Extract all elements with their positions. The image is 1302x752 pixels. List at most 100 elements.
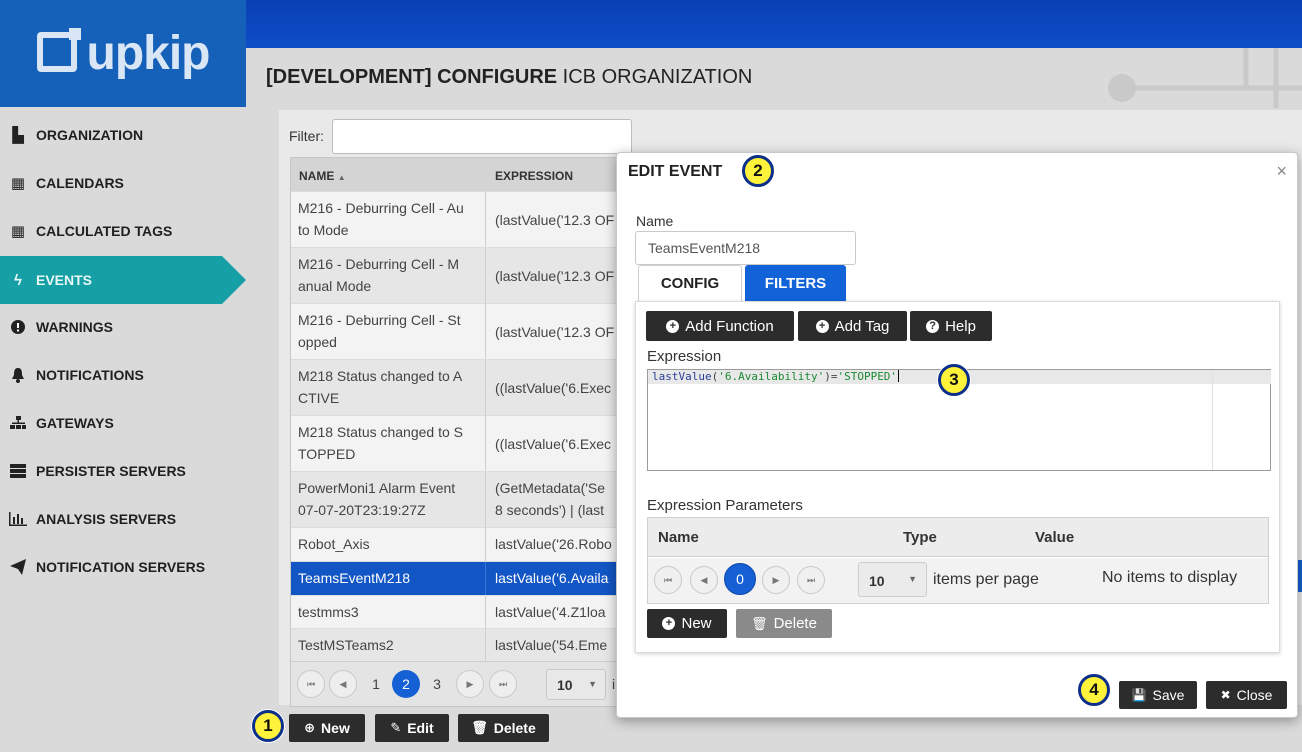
table-row[interactable]: testmms3 lastValue('4.Z1loa (291, 595, 619, 628)
table-row[interactable]: Robot_Axis lastValue('26.Robo (291, 527, 619, 561)
row-name: M216 - Deburring Cell - Au to Mode (291, 192, 486, 247)
table-row[interactable]: PowerMoni1 Alarm Event 07-07-20T23:19:27… (291, 471, 619, 527)
plus-circle-icon: + (815, 319, 829, 333)
sidebar-item-notification-servers[interactable]: NOTIFICATION SERVERS (0, 543, 246, 591)
editor-line: lastValue('6.Availability')='STOPPED' (648, 370, 1212, 384)
params-delete-button[interactable]: 🗑 Delete (736, 609, 832, 638)
table-row[interactable]: M216 - Deburring Cell - Au to Mode (last… (291, 191, 619, 247)
column-header-name[interactable]: NAME ▲ (299, 169, 346, 183)
first-page-icon[interactable]: ⏮ (654, 566, 682, 594)
add-tag-button[interactable]: + Add Tag (798, 311, 907, 341)
sidebar-item-analysis-servers[interactable]: ANALYSIS SERVERS (0, 495, 246, 543)
paper-plane-icon (8, 557, 28, 577)
table-row[interactable]: M218 Status changed to A CTIVE ((lastVal… (291, 359, 619, 415)
page-size-select[interactable]: 10 (858, 562, 927, 597)
table-row[interactable]: M218 Status changed to S TOPPED ((lastVa… (291, 415, 619, 471)
sidebar-item-label: EVENTS (36, 272, 93, 288)
row-expression: (lastValue('12.3 OF (495, 212, 615, 228)
row-name: TeamsEventM218 (291, 562, 486, 595)
config-panel: + Add Function + Add Tag ? Help Expression … (635, 301, 1280, 653)
params-label: Expression Parameters (647, 497, 803, 514)
last-page-icon[interactable]: ⏭ (797, 566, 825, 594)
close-button[interactable]: ✖ Close (1206, 681, 1287, 709)
save-button[interactable]: 💾 Save (1119, 681, 1197, 709)
sitemap-icon (8, 413, 28, 433)
row-expression: (lastValue('12.3 OF (495, 324, 615, 340)
column-header-name[interactable]: Name (658, 529, 699, 546)
calendar-icon: ▦ (10, 175, 26, 192)
name-input[interactable]: TeamsEventM218 (635, 231, 856, 265)
column-header-expression[interactable]: EXPRESSION (495, 169, 573, 183)
page-size-select[interactable]: 10 (546, 669, 606, 700)
row-name: M216 - Deburring Cell - St opped (291, 304, 486, 359)
filter-input[interactable] (332, 119, 632, 154)
table-row[interactable]: M216 - Deburring Cell - St opped (lastVa… (291, 303, 619, 359)
callout-1: 1 (252, 710, 284, 742)
tab-config[interactable]: CONFIG (638, 265, 742, 301)
delete-button[interactable]: 🗑 Delete (458, 714, 549, 742)
table-row[interactable]: M216 - Deburring Cell - M anual Mode (la… (291, 247, 619, 303)
sidebar-item-label: GATEWAYS (36, 415, 114, 431)
row-name: Robot_Axis (291, 528, 486, 561)
sidebar-item-calendars[interactable]: ▦ CALENDARS (0, 159, 246, 207)
params-new-button[interactable]: + New (647, 609, 727, 638)
name-label: Name (636, 213, 674, 229)
row-name: PowerMoni1 Alarm Event 07-07-20T23:19:27… (291, 472, 486, 527)
add-function-button[interactable]: + Add Function (646, 311, 794, 341)
first-page-icon[interactable]: ⏮ (297, 670, 325, 698)
trash-icon: 🗑 (471, 720, 488, 735)
params-pager: ⏮ ◀ 0 ▶ ⏭ 10 items per page No items to … (648, 558, 1268, 603)
top-bar (246, 0, 1302, 48)
logo: upkip (0, 0, 246, 107)
sidebar-item-gateways[interactable]: GATEWAYS (0, 399, 246, 447)
plus-circle-icon: + (666, 319, 680, 333)
sidebar-item-label: WARNINGS (36, 319, 113, 335)
sidebar-item-label: CALENDARS (36, 175, 124, 191)
sidebar-item-events[interactable]: ϟ EVENTS (0, 256, 246, 304)
plus-circle-icon: + (662, 617, 676, 630)
sidebar-item-calculated-tags[interactable]: ▦ CALCULATED TAGS (0, 207, 246, 255)
table-row[interactable]: TestMSTeams2 lastValue('54.Eme (291, 628, 619, 661)
events-grid: NAME ▲ EXPRESSION M216 - Deburring Cell … (290, 157, 620, 707)
params-header: Name Type Value (648, 518, 1268, 557)
column-header-type[interactable]: Type (903, 529, 937, 546)
exclamation-circle-icon (8, 317, 28, 337)
edit-button[interactable]: ✎ Edit (375, 714, 449, 742)
close-icon[interactable]: × (1276, 161, 1287, 182)
help-button[interactable]: ? Help (910, 311, 992, 341)
sidebar-item-organization[interactable]: ▙ ORGANIZATION (0, 111, 246, 159)
prev-page-icon[interactable]: ◀ (329, 670, 357, 698)
floppy-disk-icon: 💾 (1131, 688, 1147, 702)
row-name: M216 - Deburring Cell - M anual Mode (291, 248, 486, 303)
prev-page-icon[interactable]: ◀ (690, 566, 718, 594)
new-button[interactable]: ⊕ New (289, 714, 365, 742)
selected-row-edge (1298, 560, 1302, 592)
last-page-icon[interactable]: ⏭ (489, 670, 517, 698)
row-name: TestMSTeams2 (291, 629, 486, 661)
page-number-current[interactable]: 0 (724, 563, 756, 595)
trash-icon: 🗑 (751, 615, 768, 631)
row-expression: ((lastValue('6.Exec (495, 436, 612, 452)
page-number[interactable]: 3 (423, 670, 451, 698)
grid-pager: ⏮ ◀ 1 2 3 ▶ ⏭ 10 i (291, 661, 619, 706)
items-per-page-label: items per page (933, 571, 1039, 588)
table-row-selected[interactable]: TeamsEventM218 lastValue('6.Availa (291, 561, 619, 595)
sidebar-item-notifications[interactable]: NOTIFICATIONS (0, 351, 246, 399)
sidebar-item-persister-servers[interactable]: PERSISTER SERVERS (0, 447, 246, 495)
page-number-current[interactable]: 2 (392, 670, 420, 698)
items-per-page-label: i (612, 676, 616, 692)
factory-icon: ▙ (12, 127, 24, 144)
page-title: [DEVELOPMENT] CONFIGURE ICB ORGANIZATION (266, 66, 752, 89)
sidebar-item-label: CALCULATED TAGS (36, 223, 173, 239)
sidebar-item-warnings[interactable]: WARNINGS (0, 303, 246, 351)
tab-filters[interactable]: FILTERS (745, 265, 846, 301)
filter-label: Filter: (289, 128, 324, 144)
row-expression: lastValue('6.Availa (495, 570, 609, 586)
column-header-value[interactable]: Value (1035, 529, 1074, 546)
callout-4: 4 (1078, 674, 1110, 706)
next-page-icon[interactable]: ▶ (456, 670, 484, 698)
next-page-icon[interactable]: ▶ (762, 566, 790, 594)
modal-title: EDIT EVENT (628, 163, 723, 180)
page-number[interactable]: 1 (362, 670, 390, 698)
sidebar: ▙ ORGANIZATION ▦ CALENDARS ▦ CALCULATED … (0, 107, 246, 752)
